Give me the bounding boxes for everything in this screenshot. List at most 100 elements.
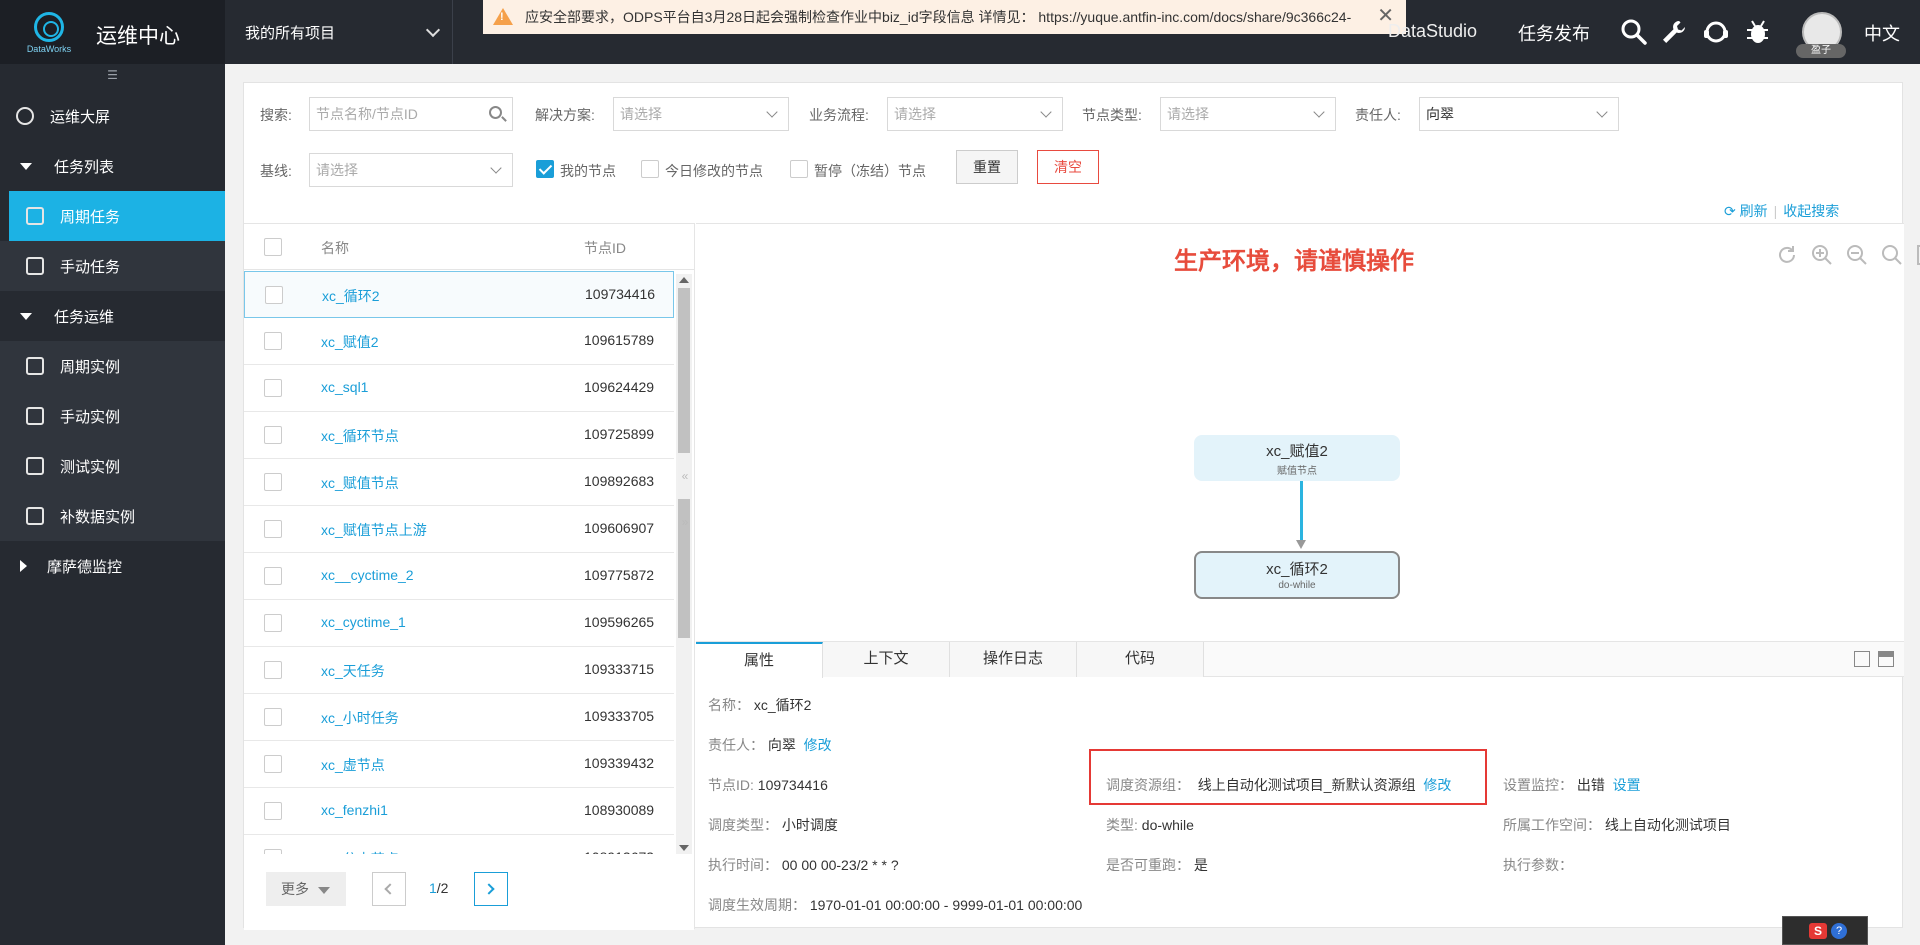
tab-code[interactable]: 代码 — [1077, 642, 1204, 677]
search-icon[interactable] — [1881, 244, 1903, 266]
baseline-select[interactable]: 请选择 — [309, 153, 513, 187]
sidebar-group-task-list[interactable]: 任务列表 — [0, 141, 225, 191]
zoom-out-icon[interactable] — [1846, 244, 1868, 266]
language-switch[interactable]: 中文 — [1864, 20, 1900, 46]
table-row[interactable]: xc_天任务 109333715 — [244, 647, 674, 694]
set-monitor-link[interactable]: 设置 — [1613, 777, 1641, 793]
node-id: 109339432 — [584, 755, 655, 771]
nav-task-publish[interactable]: 任务发布 — [1518, 20, 1590, 46]
tab-context[interactable]: 上下文 — [823, 642, 950, 677]
sogou-ime-icon[interactable]: S — [1809, 923, 1827, 939]
clipboard-icon — [26, 257, 44, 275]
row-checkbox[interactable] — [264, 332, 282, 350]
panel-splitter-handle[interactable]: « » — [678, 453, 692, 529]
row-checkbox[interactable] — [264, 802, 282, 820]
row-checkbox[interactable] — [264, 520, 282, 538]
prev-page-button[interactable] — [372, 872, 406, 906]
clear-button[interactable]: 清空 — [1037, 150, 1099, 184]
node-name-link[interactable]: xc_小时任务 — [321, 708, 399, 728]
row-checkbox[interactable] — [264, 473, 282, 491]
paused-nodes-checkbox[interactable] — [790, 160, 808, 178]
wrench-icon[interactable] — [1660, 18, 1688, 46]
vertical-scrollbar[interactable] — [676, 274, 692, 854]
sidebar-item-manual-instances[interactable]: 手动实例 — [0, 391, 225, 441]
logo[interactable]: DataWorks 运维中心 — [0, 0, 225, 64]
row-checkbox[interactable] — [264, 614, 282, 632]
node-name-link[interactable]: xc_天任务 — [321, 661, 385, 681]
refresh-link[interactable]: ⟳ 刷新 — [1724, 203, 1768, 219]
more-button[interactable]: 更多 — [266, 872, 346, 906]
table-row[interactable]: xc_fenzhi1 108930089 — [244, 788, 674, 835]
dag-node-current[interactable]: xc_循环2 do-while — [1194, 551, 1400, 599]
detail-exec-time: 执行时间： 00 00 00-23/2 * * ? — [708, 857, 899, 873]
row-checkbox[interactable] — [264, 755, 282, 773]
support-icon[interactable] — [1702, 18, 1730, 46]
search-input[interactable]: 节点名称/节点ID — [309, 97, 513, 131]
table-row[interactable]: xc__cyctime_2 109775872 — [244, 553, 674, 600]
row-checkbox[interactable] — [264, 661, 282, 679]
project-select[interactable]: 我的所有项目 — [225, 0, 453, 64]
table-row[interactable]: xc_赋值节点 109892683 — [244, 459, 674, 506]
sidebar-group-task-ops[interactable]: 任务运维 — [0, 291, 225, 341]
row-checkbox[interactable] — [264, 567, 282, 585]
node-name-link[interactable]: xc_fenzhi1 — [321, 802, 388, 818]
node-name-link[interactable]: xc_cyctime_1 — [321, 614, 406, 630]
sidebar-collapse-handle[interactable]: ☰ — [0, 64, 225, 86]
select-all-checkbox[interactable] — [264, 238, 282, 256]
sidebar-item-ops-dashboard[interactable]: 运维大屏 — [0, 91, 225, 141]
node-name-link[interactable]: xc_赋值节点 — [321, 473, 399, 493]
tab-operation-log[interactable]: 操作日志 — [950, 642, 1077, 677]
row-checkbox[interactable] — [264, 708, 282, 726]
my-nodes-checkbox[interactable] — [536, 160, 554, 178]
table-row[interactable]: xc_虚节点 109339432 — [244, 741, 674, 788]
table-row[interactable]: xc_赋值2 109615789 — [244, 318, 674, 365]
help-icon[interactable]: ? — [1831, 923, 1847, 939]
node-name-link[interactable]: xc_sql1 — [321, 379, 368, 395]
refresh-icon[interactable] — [1776, 244, 1798, 266]
scroll-up-icon[interactable] — [679, 277, 689, 283]
sidebar-item-manual-tasks[interactable]: 手动任务 — [0, 241, 225, 291]
sidebar-item-periodic-instances[interactable]: 周期实例 — [0, 341, 225, 391]
next-page-button[interactable] — [474, 872, 508, 906]
sidebar-item-periodic-tasks[interactable]: 周期任务 — [9, 191, 225, 241]
table-row[interactable]: xc_sql1 109624429 — [244, 365, 674, 412]
search-icon[interactable] — [1620, 18, 1648, 46]
owner-select[interactable]: 向翠 — [1419, 97, 1619, 131]
bug-icon[interactable] — [1744, 18, 1772, 46]
row-checkbox[interactable] — [265, 286, 283, 304]
node-name-link[interactable]: xc__cyctime_2 — [321, 567, 414, 583]
minimize-panel-icon[interactable] — [1878, 651, 1894, 667]
detail-type: 类型: do-while — [1106, 817, 1194, 833]
node-name-link[interactable]: xc_循环节点 — [321, 426, 399, 446]
row-checkbox[interactable] — [264, 426, 282, 444]
nav-datastudio[interactable]: DataStudio — [1388, 21, 1477, 42]
sidebar-group-mossad-monitor[interactable]: 摩萨德监控 — [0, 541, 225, 591]
fullscreen-icon[interactable] — [1916, 244, 1920, 266]
sidebar-item-test-instances[interactable]: 测试实例 — [0, 441, 225, 491]
solution-select[interactable]: 请选择 — [613, 97, 789, 131]
table-row[interactable]: xc_小时任务 109333705 — [244, 694, 674, 741]
table-row[interactable]: xc_赋值节点上游 109606907 — [244, 506, 674, 553]
node-type-select[interactable]: 请选择 — [1160, 97, 1336, 131]
node-name-link[interactable]: xc_虚节点 — [321, 755, 385, 775]
table-footer: 更多 1/2 — [244, 854, 694, 930]
zoom-in-icon[interactable] — [1811, 244, 1833, 266]
node-name-link[interactable]: xc_赋值节点上游 — [321, 520, 427, 540]
table-row[interactable]: xc_循环2 109734416 — [244, 271, 674, 318]
node-id: 109596265 — [584, 614, 655, 630]
collapse-search-link[interactable]: 收起搜索 — [1783, 203, 1839, 219]
scroll-down-icon[interactable] — [679, 845, 689, 851]
node-name-link[interactable]: xc_循环2 — [322, 286, 380, 306]
edit-owner-link[interactable]: 修改 — [804, 737, 832, 753]
table-row[interactable]: xc_循环节点 109725899 — [244, 412, 674, 459]
row-checkbox[interactable] — [264, 379, 282, 397]
restore-panel-icon[interactable] — [1854, 651, 1870, 667]
dag-node-upstream[interactable]: xc_赋值2 赋值节点 — [1194, 435, 1400, 481]
reset-button[interactable]: 重置 — [956, 150, 1018, 184]
flow-select[interactable]: 请选择 — [887, 97, 1063, 131]
tab-properties[interactable]: 属性 — [696, 642, 823, 678]
table-row[interactable]: xc_cyctime_1 109596265 — [244, 600, 674, 647]
today-modified-checkbox[interactable] — [641, 160, 659, 178]
sidebar-item-backfill-instances[interactable]: 补数据实例 — [0, 491, 225, 541]
node-name-link[interactable]: xc_赋值2 — [321, 332, 379, 352]
